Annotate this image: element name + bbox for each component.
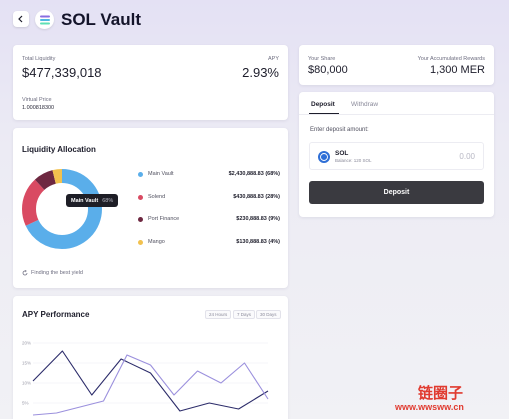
tooltip-name: Main Vault — [71, 197, 99, 204]
watermark-url: www.wwsww.cn — [395, 402, 464, 412]
legend-value: $230,888.83 (9%) — [236, 216, 280, 222]
legend-name: Main Vault — [148, 171, 174, 177]
legend-value: $430,888.83 (28%) — [233, 194, 280, 200]
range-30d-button[interactable]: 30 Days — [256, 310, 281, 319]
legend-value: $130,888.83 (4%) — [236, 239, 280, 245]
y-tick-label: 15% — [22, 361, 31, 366]
legend-item: Port Finance $230,888.83 (9%) — [138, 215, 280, 225]
liquidity-card: Total Liquidity $477,339,018 APY 2.93% V… — [13, 45, 288, 120]
legend-dot — [138, 195, 143, 200]
page-title: SOL Vault — [61, 10, 141, 29]
watermark-text: 链圈子 — [418, 385, 464, 402]
refresh-icon — [22, 270, 28, 276]
token-balance: Balance: 120 SOL — [335, 158, 372, 163]
total-liquidity-label: Total Liquidity — [22, 56, 56, 62]
share-label: Your Share — [308, 56, 336, 62]
allocation-donut — [22, 169, 102, 249]
solana-icon — [39, 15, 50, 24]
tabs-divider — [299, 114, 494, 115]
legend-name: Port Finance — [148, 216, 180, 222]
range-24h-button[interactable]: 24 Hours — [205, 310, 232, 319]
donut-tooltip: Main Vault 68% — [66, 194, 119, 207]
token-name: SOL — [335, 150, 349, 157]
chevron-left-icon — [18, 15, 23, 23]
sol-token-icon — [318, 151, 330, 163]
tab-withdraw[interactable]: Withdraw — [351, 101, 378, 108]
apy-line-chart: 20% 15% 10% 5% — [22, 341, 269, 416]
legend-value: $2,430,888.83 (68%) — [228, 171, 280, 177]
legend-item: Mango $130,888.83 (4%) — [138, 238, 280, 248]
legend-dot — [138, 240, 143, 245]
range-7d-button[interactable]: 7 Days — [233, 310, 256, 319]
apy-performance-title: APY Performance — [22, 310, 90, 319]
y-tick-label: 20% — [22, 341, 31, 346]
deposit-amount-label: Enter deposit amount: — [310, 127, 369, 133]
apy-label: APY — [267, 56, 279, 62]
share-value: $80,000 — [308, 64, 348, 76]
apy-series-line-0 — [32, 350, 269, 412]
apy-series-line-1 — [32, 354, 269, 416]
allocation-footer-text: Finding the best yield — [31, 270, 83, 276]
allocation-footer: Finding the best yield — [22, 270, 83, 276]
deposit-amount-value[interactable]: 0.00 — [459, 152, 475, 161]
virtual-price-value: 1.000818300 — [22, 105, 55, 111]
deposit-amount-field[interactable]: SOL Balance: 120 SOL 0.00 — [309, 142, 484, 170]
tab-deposit[interactable]: Deposit — [311, 101, 335, 108]
legend-name: Solend — [148, 194, 166, 200]
virtual-price-label: Virtual Price — [22, 97, 52, 103]
rewards-label: Your Accumulated Rewards — [417, 56, 485, 62]
total-liquidity-value: $477,339,018 — [22, 65, 102, 80]
legend-item: Main Vault $2,430,888.83 (68%) — [138, 170, 280, 180]
share-card: Your Share $80,000 Your Accumulated Rewa… — [299, 45, 494, 85]
legend-dot — [138, 172, 143, 177]
tooltip-pct: 68% — [102, 197, 114, 204]
deposit-button[interactable]: Deposit — [309, 181, 484, 204]
y-tick-label: 5% — [22, 401, 29, 406]
apy-value: 2.93% — [242, 65, 279, 80]
y-tick-label: 10% — [22, 381, 31, 386]
back-button[interactable] — [13, 11, 29, 27]
sol-logo — [35, 10, 54, 29]
allocation-title: Liquidity Allocation — [22, 145, 96, 154]
legend-dot — [138, 217, 143, 222]
legend-item: Solend $430,888.83 (28%) — [138, 193, 280, 203]
rewards-value: 1,300 MER — [429, 64, 485, 76]
legend-name: Mango — [148, 239, 165, 245]
